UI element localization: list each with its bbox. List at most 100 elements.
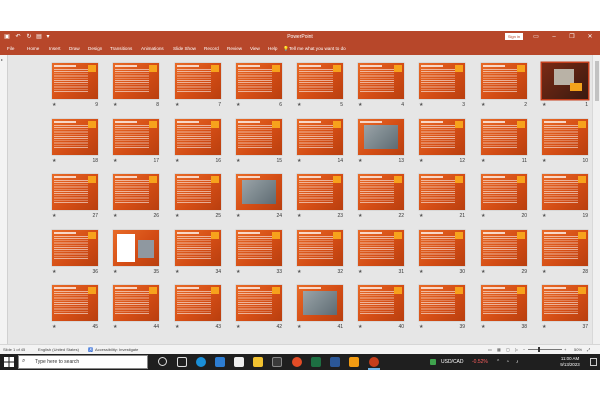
currency-pair[interactable]: USD/CAD [441, 354, 464, 370]
expand-arrow-icon[interactable]: ▸ [1, 57, 3, 62]
ribbon-display-icon[interactable]: ▭ [530, 31, 542, 43]
sign-in-button[interactable]: Sign in [505, 33, 523, 40]
slide-thumbnail[interactable] [52, 230, 98, 266]
slide-thumbnail[interactable] [52, 174, 98, 210]
tab-draw[interactable]: Draw [69, 43, 80, 55]
word-icon[interactable] [330, 357, 340, 367]
slide-thumbnail[interactable] [542, 174, 588, 210]
slide-thumbnail[interactable] [175, 230, 221, 266]
slide-thumbnail[interactable] [52, 285, 98, 321]
slide-thumbnail[interactable] [113, 285, 159, 321]
slide-thumbnail[interactable] [236, 174, 282, 210]
currency-change[interactable]: -0.52% [472, 354, 488, 370]
notification-icon[interactable] [590, 358, 597, 366]
slide-thumbnail[interactable] [481, 174, 527, 210]
slide-thumbnail[interactable] [113, 174, 159, 210]
slide-thumbnail[interactable] [175, 174, 221, 210]
slide-thumbnail[interactable] [297, 285, 343, 321]
file-explorer-icon[interactable] [253, 357, 263, 367]
slide-thumbnail[interactable] [297, 230, 343, 266]
slide-thumbnail[interactable] [236, 230, 282, 266]
present-icon[interactable]: ▤ [35, 33, 43, 41]
slide-thumbnail[interactable] [419, 119, 465, 155]
tab-design[interactable]: Design [88, 43, 102, 55]
slide-thumbnail[interactable] [542, 119, 588, 155]
speaker-icon[interactable]: ♪ [516, 354, 519, 370]
calculator-icon[interactable] [272, 357, 282, 367]
restore-icon[interactable]: ❐ [566, 31, 578, 43]
tell-me-search[interactable]: Tell me what you want to do [289, 43, 346, 55]
tab-transitions[interactable]: Transitions [110, 43, 132, 55]
slide-thumbnail[interactable] [175, 285, 221, 321]
zoom-slider-thumb[interactable] [538, 347, 540, 352]
zoom-level[interactable]: 50% [574, 345, 582, 354]
task-view-icon[interactable] [177, 357, 187, 367]
reading-view-icon[interactable]: ▢ [506, 345, 510, 354]
taskbar-search-input[interactable]: ⌕ Type here to search [18, 355, 148, 369]
autosave-icon[interactable]: ▣ [3, 33, 11, 41]
slide-thumbnail[interactable] [113, 230, 159, 266]
slide-thumbnail[interactable] [542, 285, 588, 321]
accessibility-status[interactable]: Accessibility: Investigate [95, 345, 138, 354]
slide-thumbnail[interactable] [236, 119, 282, 155]
slide-thumbnail[interactable] [419, 174, 465, 210]
zoom-slider[interactable] [528, 349, 562, 350]
slide-thumbnail[interactable] [175, 119, 221, 155]
powerpoint-icon[interactable] [369, 357, 379, 367]
slide-thumbnail[interactable] [297, 174, 343, 210]
tab-slide-show[interactable]: Slide Show [173, 43, 196, 55]
store-icon[interactable] [215, 357, 225, 367]
slideshow-view-icon[interactable]: ▷ [515, 345, 518, 354]
slide-thumbnail[interactable] [481, 230, 527, 266]
excel-icon[interactable] [311, 357, 321, 367]
slide-thumbnail[interactable] [419, 63, 465, 99]
slide-thumbnail[interactable] [358, 119, 404, 155]
slide-thumbnail[interactable] [358, 174, 404, 210]
tab-home[interactable]: Home [27, 43, 39, 55]
slide-thumbnail[interactable] [419, 230, 465, 266]
tab-animations[interactable]: Animations [141, 43, 164, 55]
slide-thumbnail[interactable] [419, 285, 465, 321]
slide-thumbnail[interactable] [481, 285, 527, 321]
close-icon[interactable]: ✕ [584, 31, 596, 43]
slide-thumbnail[interactable] [481, 63, 527, 99]
tab-review[interactable]: Review [227, 43, 242, 55]
chrome-icon[interactable] [292, 357, 302, 367]
slide-thumbnail[interactable] [358, 63, 404, 99]
clock[interactable]: 11:00 AM 9/13/2023 [553, 356, 587, 368]
vertical-scrollbar[interactable] [592, 55, 600, 344]
slide-thumbnail[interactable] [113, 119, 159, 155]
customize-toolbar-icon[interactable]: ▾ [44, 33, 52, 41]
normal-view-icon[interactable]: ▭ [488, 345, 492, 354]
slide-thumbnail[interactable] [542, 230, 588, 266]
slide-thumbnail[interactable] [481, 119, 527, 155]
zoom-out-icon[interactable]: − [523, 345, 525, 354]
redo-icon[interactable]: ↻ [25, 33, 33, 41]
undo-icon[interactable]: ↶ [14, 33, 22, 41]
slide-thumbnail[interactable] [175, 63, 221, 99]
language-status[interactable]: English (United States) [38, 345, 79, 354]
zoom-in-icon[interactable]: + [564, 345, 566, 354]
tab-view[interactable]: View [250, 43, 260, 55]
slide-thumbnail[interactable] [52, 119, 98, 155]
tab-insert[interactable]: Insert [49, 43, 61, 55]
fit-to-window-icon[interactable]: ⤢ [587, 345, 590, 354]
slide-thumbnail[interactable] [297, 119, 343, 155]
tray-overflow-icon[interactable]: ⌃ [496, 354, 500, 370]
slide-thumbnail[interactable] [236, 63, 282, 99]
collapsed-pane[interactable]: ▸ [0, 55, 8, 344]
slide-thumbnail[interactable] [542, 63, 588, 99]
slide-thumbnail[interactable] [236, 285, 282, 321]
tab-file[interactable]: File [7, 43, 14, 55]
slide-thumbnail[interactable] [113, 63, 159, 99]
slide-thumbnail[interactable] [358, 285, 404, 321]
minimize-icon[interactable]: – [548, 31, 560, 43]
slide-thumbnail[interactable] [297, 63, 343, 99]
sorter-view-icon[interactable]: ▦ [497, 345, 501, 354]
edge-icon[interactable] [196, 357, 206, 367]
windows-start-icon[interactable] [2, 356, 16, 368]
tab-help[interactable]: Help [268, 43, 277, 55]
slide-thumbnail[interactable] [358, 230, 404, 266]
photos-icon[interactable] [234, 357, 244, 367]
tab-record[interactable]: Record [204, 43, 219, 55]
